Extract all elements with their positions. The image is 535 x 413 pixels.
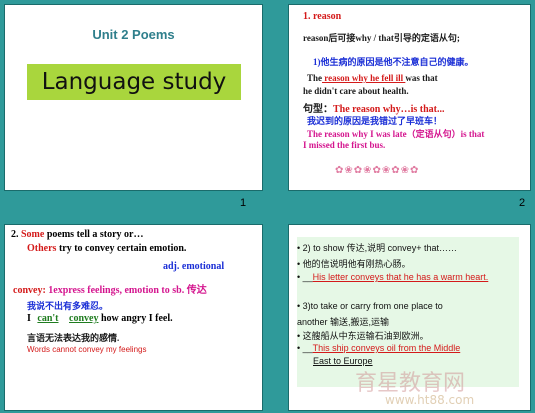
point-2-line-2: Others try to convey certain emotion.: [27, 243, 186, 254]
others-word: Others: [27, 243, 57, 254]
slide-title: Unit 2 Poems: [92, 27, 175, 42]
convey-label: convey:: [13, 285, 46, 296]
example-cn-2: 言语无法表达我的感情.: [27, 333, 120, 343]
answer-text: This ship conveys oil from the Middle: [312, 343, 461, 353]
example-the: The: [307, 73, 323, 83]
pattern-line: 句型：The reason why…is that...: [303, 100, 445, 115]
point-2-line-1: 2. Some poems tell a story or…: [11, 229, 144, 240]
convey-meaning: 1express feelings, emotion to sb. 传达: [45, 285, 207, 296]
example-tail: how angry I feel.: [100, 313, 173, 324]
bullet-carry-cn: • 这艘船从中东运输石油到欧洲。: [297, 331, 429, 341]
example-2-cn: 我迟到的原因是我错过了早班车！: [307, 116, 443, 126]
slide-1[interactable]: Unit 2 Poems Language study: [4, 4, 263, 191]
reason-heading: 1. reason: [303, 11, 342, 22]
reason-intro: reason后可接why / that引导的定语从句;: [303, 33, 460, 43]
slide-heading: Language study: [41, 69, 227, 95]
example-2-line-2: I missed the first bus.: [303, 140, 386, 150]
slide-number-1: 1: [240, 197, 247, 209]
example-1-line-2: he didn't care about health.: [303, 86, 409, 96]
blank-mark: • __: [297, 272, 313, 282]
line-2-rest: try to convey certain emotion.: [56, 243, 187, 254]
bullet-carry: • 3)to take or carry from one place to: [297, 301, 443, 311]
slide-4[interactable]: • 2) to show 传达,说明 convey+ that…… • 他的信说…: [288, 224, 531, 411]
convey-example: I can't convey how angry I feel.: [27, 313, 173, 324]
blank-mark: • __: [297, 343, 313, 353]
adj-label: adj.: [163, 261, 180, 272]
example-answer: Words cannot convey my feelings: [27, 345, 147, 354]
bullet-show-cn: • 他的信说明他有刚热心肠。: [297, 259, 411, 269]
bullet-show: • 2) to show 传达,说明 convey+ that……: [297, 243, 457, 253]
example-blank: reason why he fell ill: [322, 73, 406, 83]
example-2-line: The reason why I was late（定语从句）is that: [307, 129, 485, 139]
some-word: Some: [21, 229, 45, 240]
example-convey: convey: [69, 313, 99, 324]
example-cn-1: 我说不出有多难忍。: [27, 301, 109, 311]
flower-decoration: ✿❀✿❀✿❀✿❀✿: [335, 165, 420, 176]
bullet-carry-en: • __This ship conveys oil from the Middl…: [297, 343, 460, 353]
slide-number-2: 2: [519, 197, 526, 209]
point-number: 2.: [11, 229, 19, 240]
example-1-cn: 1)他生病的原因是他不注意自己的健康。: [313, 57, 474, 67]
watermark-url: www.ht88.com: [385, 393, 475, 407]
example-cant: can't: [37, 313, 59, 324]
convey-definition: convey: 1express feelings, emotion to sb…: [13, 281, 207, 296]
adj-line: adj. emotional: [163, 261, 224, 272]
example-tail: was that: [405, 73, 438, 83]
slide-3[interactable]: 2. Some poems tell a story or… Others tr…: [4, 224, 263, 411]
emotional-word: emotional: [181, 261, 225, 272]
bullet-carry-2: another 输送,搬运,运输: [297, 317, 390, 327]
answer-text: His letter conveys that he has a warm he…: [312, 272, 489, 282]
bullet-show-en: • __His letter conveys that he has a war…: [297, 272, 488, 282]
title-band: Language study: [27, 64, 241, 100]
example-1-line: The reason why he fell ill was that: [307, 73, 438, 83]
example-i: I: [27, 313, 31, 324]
slide-2[interactable]: 1. reason reason后可接why / that引导的定语从句; 1)…: [288, 4, 531, 191]
line-1-rest: poems tell a story or…: [44, 229, 144, 240]
